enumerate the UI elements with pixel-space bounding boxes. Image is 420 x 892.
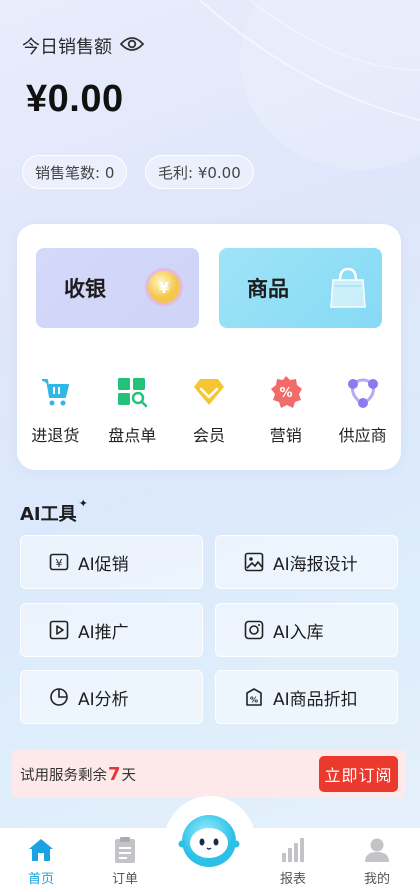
ai-stock-in-label: AI入库 [273,622,324,643]
ai-analysis-button[interactable]: AI分析 [20,670,203,724]
main-actions-card: 收银 ¥ 商品 进退货 盘点单 会员 % 营销 供应商 [17,224,401,470]
play-icon [49,620,69,640]
ai-poster-design-button[interactable]: AI海报设计 [215,535,398,589]
goods-button[interactable]: 商品 [219,248,382,328]
cashier-label: 收银 [64,277,106,301]
cart-icon [37,374,73,410]
person-icon [362,836,392,864]
discount-tag-icon: % [244,687,264,707]
pie-chart-icon [49,687,69,707]
sales-title-label: 今日销售额 [22,37,112,58]
nav-item-orders[interactable]: 订单 [95,836,155,887]
quick-item-supplier[interactable]: 供应商 [324,374,401,446]
ai-promotion-button[interactable]: ¥ AI促销 [20,535,203,589]
trial-banner: 试用服务剩余 7 天 立即订阅 [12,750,406,798]
goods-label: 商品 [247,277,289,301]
sales-amount: ¥0.00 [26,78,124,120]
quick-label-marketing: 营销 [269,426,302,445]
nav-item-mine[interactable]: 我的 [347,836,407,887]
diamond-icon [191,374,227,410]
ai-discount-label: AI商品折扣 [273,689,358,710]
gross-profit-chip: 毛利: ¥0.00 [145,155,254,189]
bar-chart-icon [278,836,308,864]
quick-label-member: 会员 [192,426,225,445]
nav-label-orders: 订单 [111,872,138,887]
quick-label-stocktake: 盘点单 [108,426,157,445]
svg-text:%: % [250,696,258,705]
instagram-style-icon [244,620,264,640]
subscribe-button[interactable]: 立即订阅 [319,756,398,792]
ai-tools-title: AI工具 [20,504,77,525]
quick-label-purchase-return: 进退货 [31,426,80,445]
shopping-bag-icon [328,266,368,315]
network-icon [345,374,381,410]
sparkle-icon: ✦ [78,497,88,510]
quick-item-purchase-return[interactable]: 进退货 [17,374,94,446]
quick-item-marketing[interactable]: % 营销 [247,374,324,446]
ai-stock-in-button[interactable]: AI入库 [215,603,398,657]
ai-poster-design-label: AI海报设计 [273,554,358,575]
robot-assistant-icon[interactable] [178,808,240,870]
percent-badge-icon: % [268,374,304,410]
sales-title: 今日销售额 [22,33,145,59]
nav-item-reports[interactable]: 报表 [263,836,323,887]
nav-label-home: 首页 [27,872,54,887]
nav-label-mine: 我的 [363,872,390,887]
quick-actions-row: 进退货 盘点单 会员 % 营销 供应商 [17,374,401,446]
svg-text:%: % [279,386,292,401]
eye-icon[interactable] [119,36,145,57]
svg-text:¥: ¥ [159,279,170,297]
ai-tools-heading: AI工具 ✦ [20,497,88,526]
ai-discount-button[interactable]: % AI商品折扣 [215,670,398,724]
inventory-grid-icon [114,374,150,410]
cashier-button[interactable]: 收银 ¥ [36,248,199,328]
trial-suffix: 天 [121,767,137,784]
sales-count-chip: 销售笔数: 0 [22,155,128,189]
trial-days: 7 [108,763,121,785]
svg-text:¥: ¥ [56,557,63,570]
ai-analysis-label: AI分析 [78,689,129,710]
home-icon [26,836,56,864]
yen-tag-icon: ¥ [49,552,69,572]
quick-label-supplier: 供应商 [338,426,387,445]
nav-item-home[interactable]: 首页 [11,836,71,887]
quick-item-member[interactable]: 会员 [171,374,248,446]
ai-promote-button[interactable]: AI推广 [20,603,203,657]
nav-label-reports: 报表 [279,872,306,887]
ai-promote-label: AI推广 [78,622,129,643]
trial-prefix: 试用服务剩余 [20,767,107,784]
ai-promotion-label: AI促销 [78,554,129,575]
quick-item-stocktake[interactable]: 盘点单 [94,374,171,446]
coin-icon: ¥ [143,266,185,313]
clipboard-icon [110,836,140,864]
image-icon [244,552,264,572]
